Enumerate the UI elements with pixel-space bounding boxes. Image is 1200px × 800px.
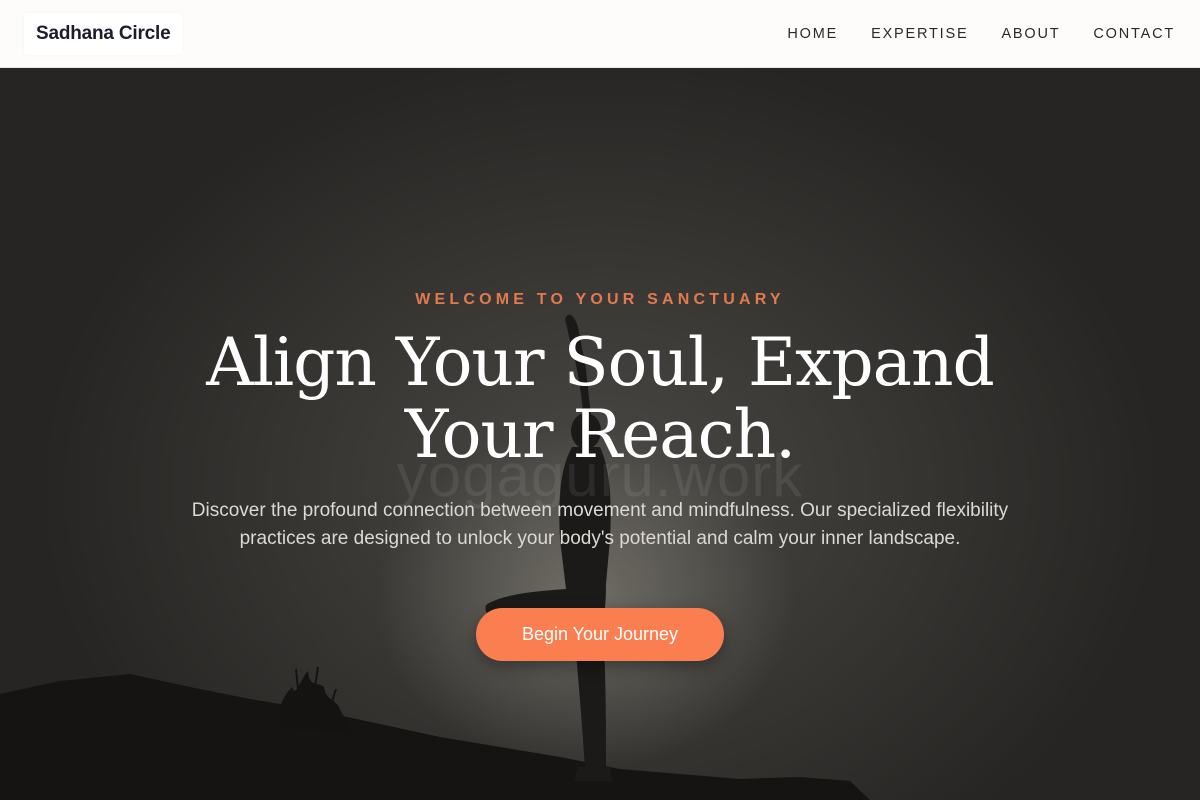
hero-eyebrow: WELCOME TO YOUR SANCTUARY bbox=[415, 291, 785, 308]
main-menu: HOME EXPERTISE ABOUT CONTACT bbox=[787, 26, 1176, 42]
nav-item-expertise[interactable]: EXPERTISE bbox=[871, 26, 968, 42]
nav-item-contact[interactable]: CONTACT bbox=[1093, 26, 1175, 42]
hero-headline: Align Your Soul, Expand Your Reach. bbox=[150, 327, 1050, 471]
headline-line-2: Your Reach. bbox=[404, 396, 796, 473]
headline-line-1: Align Your Soul, Expand bbox=[206, 324, 994, 401]
brand-logo-link[interactable]: Sadhana Circle bbox=[24, 12, 183, 55]
hero-content: WELCOME TO YOUR SANCTUARY Align Your Sou… bbox=[0, 69, 1200, 800]
top-navigation: Sadhana Circle HOME EXPERTISE ABOUT CONT… bbox=[0, 0, 1200, 68]
hero-description: Discover the profound connection between… bbox=[191, 500, 1009, 549]
begin-journey-button[interactable]: Begin Your Journey bbox=[476, 608, 724, 661]
nav-item-home[interactable]: HOME bbox=[787, 26, 838, 42]
nav-item-about[interactable]: ABOUT bbox=[1001, 26, 1060, 42]
hero-section: yogaguru.work WELCOME TO YOUR SANCTUARY … bbox=[0, 69, 1200, 800]
